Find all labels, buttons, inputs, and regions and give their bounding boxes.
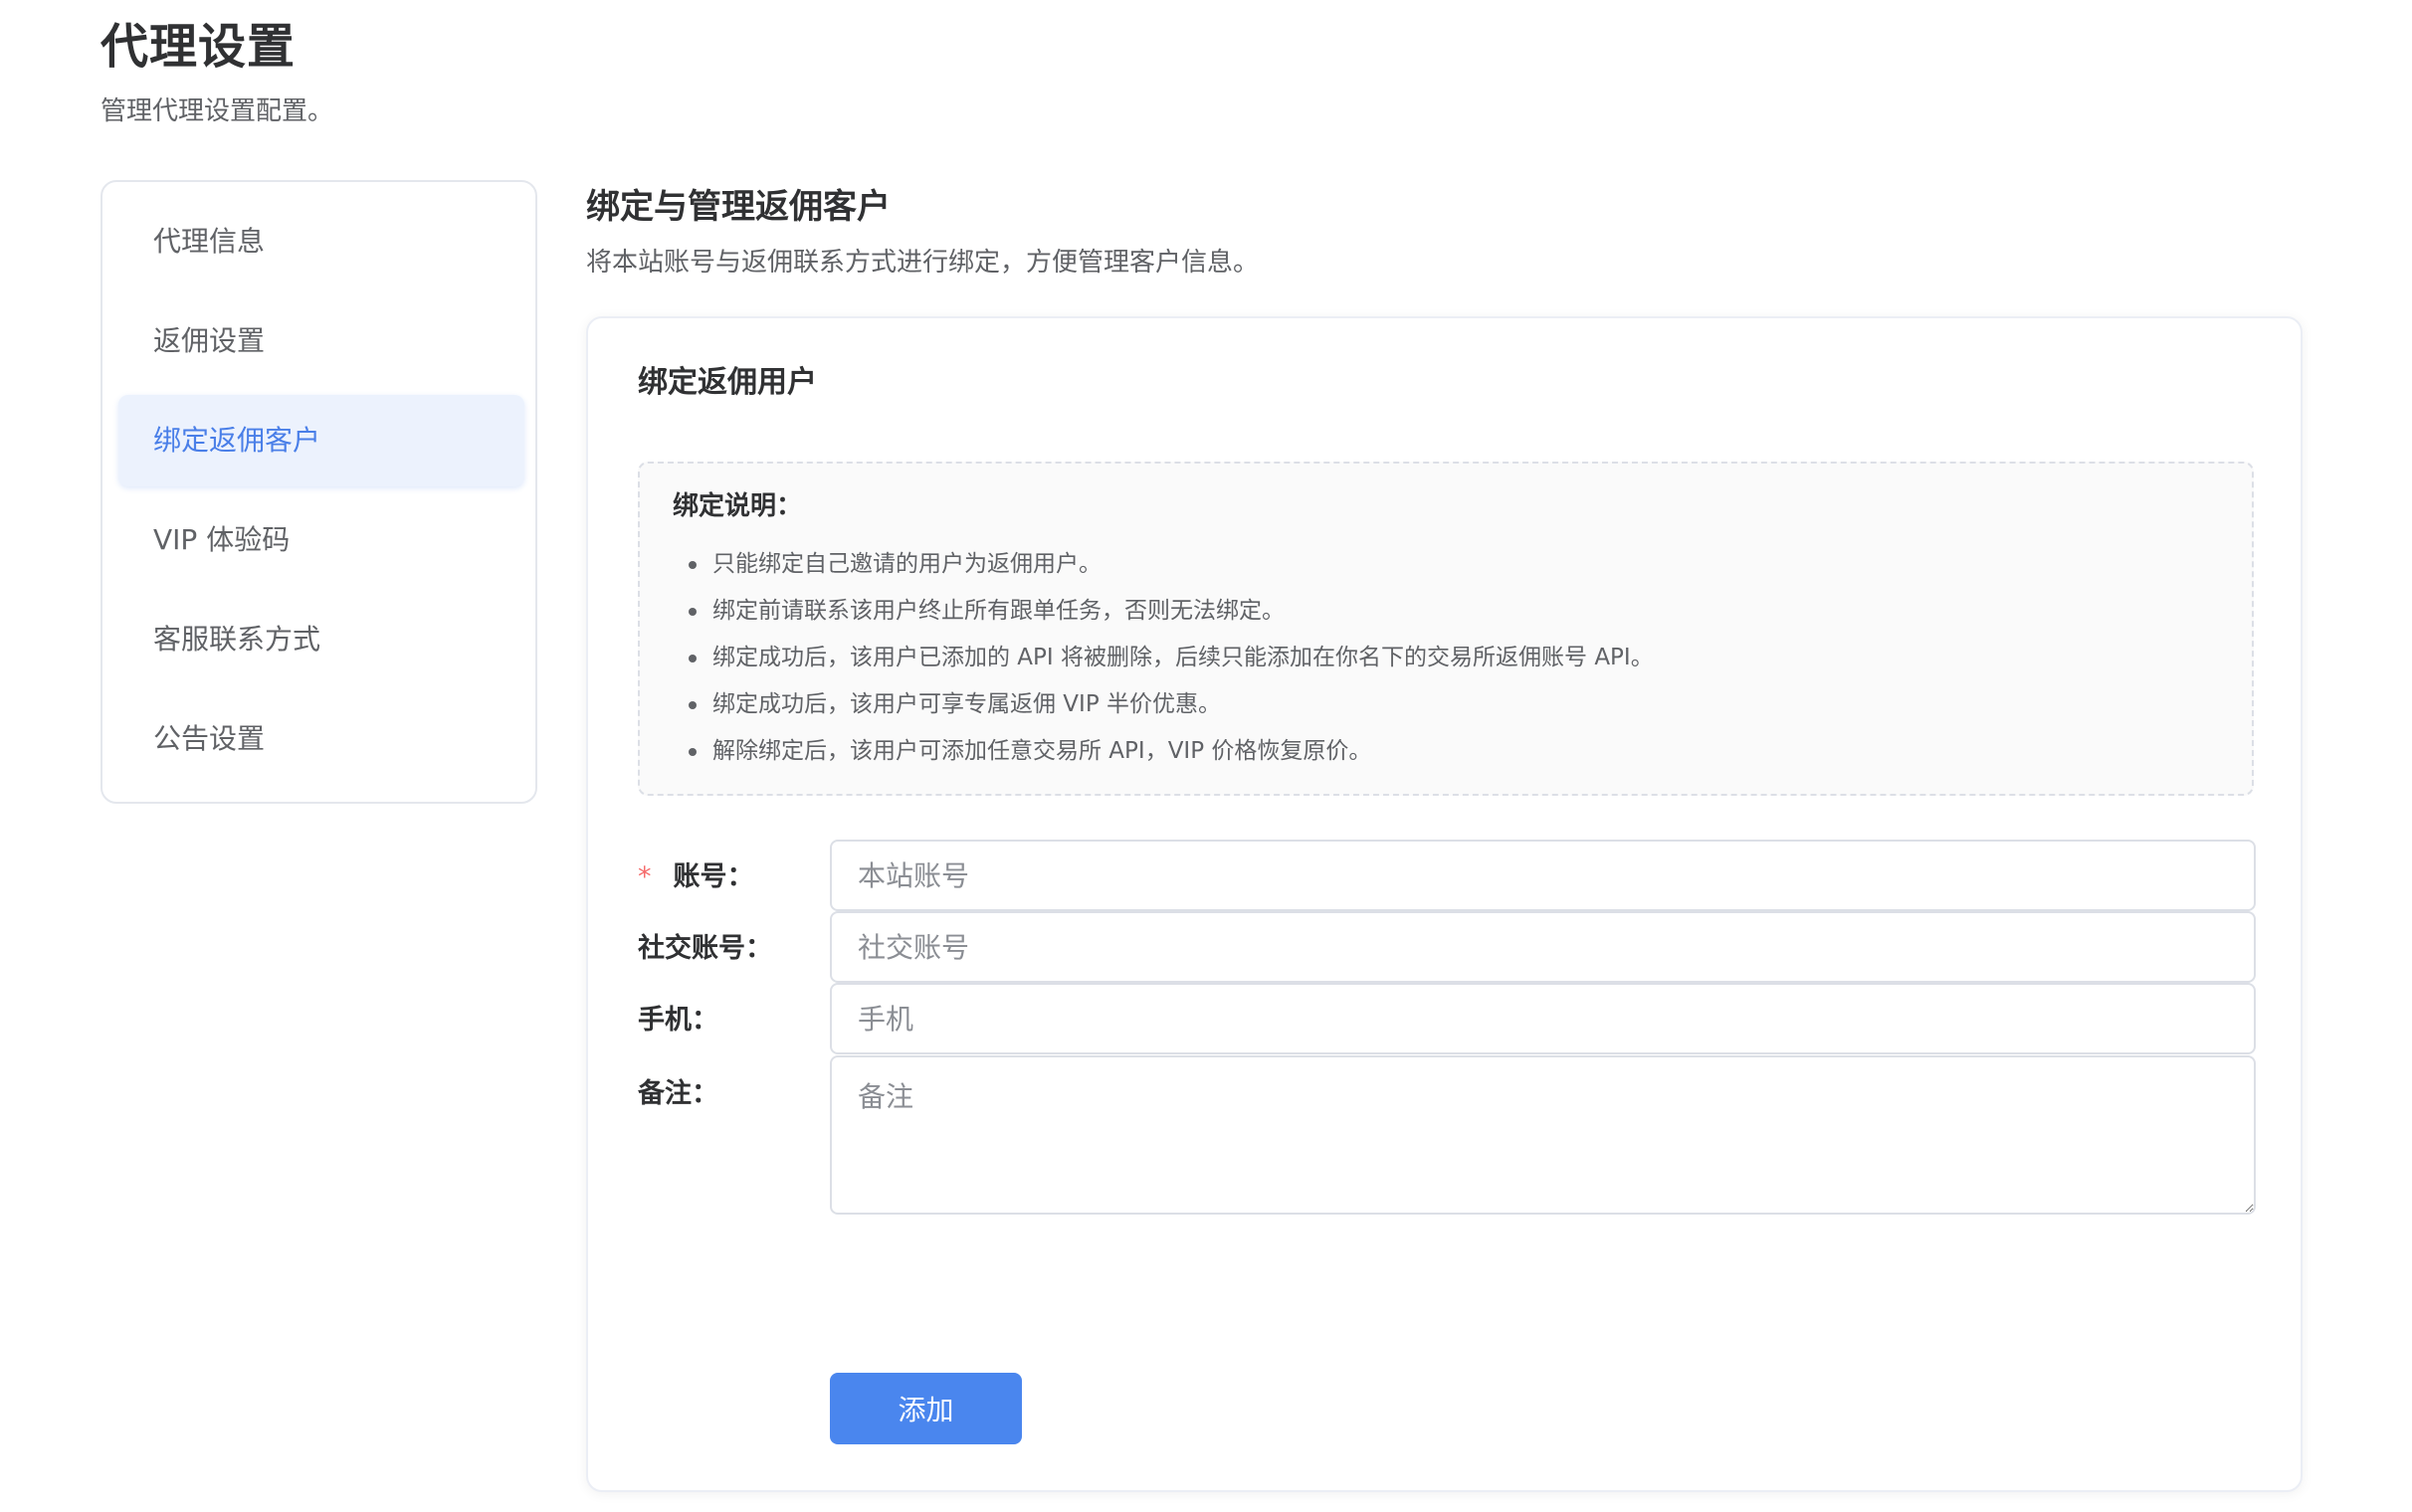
settings-sidebar: 代理信息 返佣设置 绑定返佣客户 VIP 体验码 客服联系方式 公告设置 — [100, 180, 537, 804]
list-item: 绑定成功后，该用户可享专属返佣 VIP 半价优惠。 — [673, 681, 1654, 728]
sidebar-item-bind-rebate-customers[interactable]: 绑定返佣客户 — [118, 395, 524, 486]
required-mark: * — [638, 861, 652, 892]
section-description: 将本站账号与返佣联系方式进行绑定，方便管理客户信息。 — [586, 248, 1260, 278]
note-text: 绑定成功后，该用户可享专属返佣 VIP 半价优惠。 — [712, 691, 1222, 717]
sidebar-item-agent-info[interactable]: 代理信息 — [118, 196, 524, 287]
binding-notes-box: 绑定说明： 只能绑定自己邀请的用户为返佣用户。 绑定前请联系该用户终止所有跟单任… — [638, 462, 2254, 796]
list-item: 解除绑定后，该用户可添加任意交易所 API，VIP 价格恢复原价。 — [673, 728, 1654, 775]
bullet-icon — [689, 561, 697, 569]
note-text: 只能绑定自己邀请的用户为返佣用户。 — [712, 551, 1102, 577]
list-item: 绑定前请联系该用户终止所有跟单任务，否则无法绑定。 — [673, 588, 1654, 635]
page-title: 代理设置 — [100, 19, 297, 75]
bullet-icon — [689, 608, 697, 616]
add-button[interactable]: 添加 — [830, 1373, 1022, 1444]
note-text: 绑定成功后，该用户已添加的 API 将被删除，后续只能添加在你名下的交易所返佣账… — [712, 645, 1654, 670]
remark-label: 备注： — [638, 1078, 718, 1109]
list-item: 只能绑定自己邀请的用户为返佣用户。 — [673, 541, 1654, 588]
sidebar-item-rebate-settings[interactable]: 返佣设置 — [118, 295, 524, 387]
bullet-icon — [689, 655, 697, 662]
sidebar-item-customer-service-contact[interactable]: 客服联系方式 — [118, 594, 524, 685]
note-text: 绑定前请联系该用户终止所有跟单任务，否则无法绑定。 — [712, 598, 1285, 624]
section-title: 绑定与管理返佣客户 — [586, 187, 891, 227]
sidebar-item-announcement-settings[interactable]: 公告设置 — [118, 693, 524, 785]
account-label-text: 账号： — [673, 861, 754, 892]
bullet-icon — [689, 748, 697, 756]
sidebar-item-vip-trial-code[interactable]: VIP 体验码 — [118, 494, 524, 586]
binding-notes-list: 只能绑定自己邀请的用户为返佣用户。 绑定前请联系该用户终止所有跟单任务，否则无法… — [673, 541, 1654, 775]
note-text: 解除绑定后，该用户可添加任意交易所 API，VIP 价格恢复原价。 — [712, 738, 1372, 764]
social-account-input[interactable] — [830, 911, 2256, 983]
account-label: * 账号： — [638, 857, 754, 897]
phone-input[interactable] — [830, 983, 2256, 1054]
bind-rebate-user-card: 绑定返佣用户 绑定说明： 只能绑定自己邀请的用户为返佣用户。 绑定前请联系该用户… — [586, 316, 2303, 1492]
list-item: 绑定成功后，该用户已添加的 API 将被删除，后续只能添加在你名下的交易所返佣账… — [673, 635, 1654, 681]
binding-notes-title: 绑定说明： — [673, 491, 803, 521]
social-account-label: 社交账号： — [638, 933, 772, 964]
agent-settings-page: 代理设置 管理代理设置配置。 代理信息 返佣设置 绑定返佣客户 VIP 体验码 … — [0, 0, 2412, 1512]
phone-label: 手机： — [638, 1005, 718, 1036]
card-title: 绑定返佣用户 — [638, 365, 817, 400]
page-subtitle: 管理代理设置配置。 — [100, 96, 334, 126]
account-input[interactable] — [830, 840, 2256, 911]
bullet-icon — [689, 701, 697, 709]
remark-textarea[interactable] — [830, 1055, 2256, 1215]
